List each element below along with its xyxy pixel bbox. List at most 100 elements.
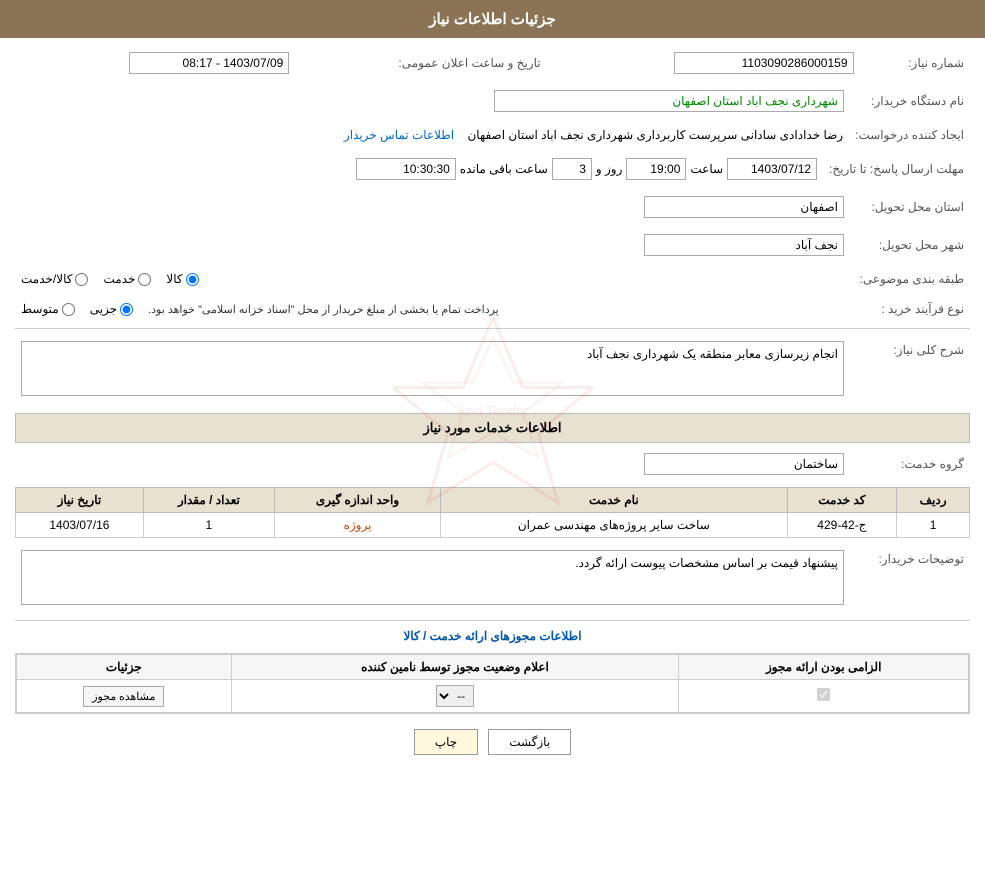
remaining-time-input: 10:30:30 — [356, 158, 456, 180]
info-table-purchase-type: نوع فرآیند خرید : متوسط جزیی پرداخت تمام… — [15, 298, 970, 320]
info-table-deadline: مهلت ارسال پاسخ: تا تاریخ: 10:30:30 ساعت… — [15, 154, 970, 184]
col-header-code: کد خدمت — [787, 488, 897, 513]
main-content: Ana Tender شماره نیاز: 1103090286000159 … — [0, 38, 985, 780]
need-desc-value: انجام زیرسازی معابر منطقه یک شهرداری نجف… — [15, 337, 850, 403]
back-button[interactable]: بازگشت — [488, 729, 571, 755]
print-button[interactable]: چاپ — [414, 729, 478, 755]
perm-required-checkbox[interactable] — [817, 688, 830, 701]
category-khedmat-label: خدمت — [103, 272, 135, 286]
contact-link[interactable]: اطلاعات تماس خریدار — [344, 128, 454, 142]
permissions-section-title: اطلاعات مجوزهای ارائه خدمت / کالا — [403, 629, 581, 643]
perm-col-status: اعلام وضعیت مجوز توسط نامین کننده — [231, 655, 679, 680]
buyer-desc-label: توضیحات خریدار: — [850, 546, 970, 612]
perm-status-cell: -- — [231, 680, 679, 713]
date-input: 1403/07/12 — [727, 158, 817, 180]
col-header-row: ردیف — [897, 488, 970, 513]
services-section-title: اطلاعات خدمات مورد نیاز — [15, 413, 970, 443]
category-radio-kala[interactable]: کالا — [166, 272, 198, 286]
purchase-radio-motavasset-input[interactable] — [62, 303, 75, 316]
category-radio-khedmat[interactable]: خدمت — [103, 272, 151, 286]
need-number-label: شماره نیاز: — [860, 48, 971, 78]
service-group-input: ساختمان — [644, 453, 844, 475]
col-header-name: نام خدمت — [441, 488, 787, 513]
view-permit-button[interactable]: مشاهده مجوز — [83, 686, 164, 707]
purchase-type-label: نوع فرآیند خرید : — [850, 298, 970, 320]
perm-col-details: جزئیات — [17, 655, 232, 680]
buyer-org-label: نام دستگاه خریدار: — [850, 86, 970, 116]
divider-1 — [15, 328, 970, 329]
category-radio-kala-khedmat-input[interactable] — [75, 273, 88, 286]
divider-2 — [15, 620, 970, 621]
permissions-table: الزامی بودن ارائه مجوز اعلام وضعیت مجوز … — [16, 654, 969, 713]
delivery-province-input: اصفهان — [644, 196, 844, 218]
delivery-province-value: اصفهان — [15, 192, 850, 222]
service-group-label: گروه خدمت: — [850, 449, 970, 479]
response-deadline-label: مهلت ارسال پاسخ: تا تاریخ: — [823, 154, 970, 184]
footer-buttons: چاپ بازگشت — [15, 714, 970, 770]
col-header-unit: واحد اندازه گیری — [274, 488, 440, 513]
category-radio-khedmat-input[interactable] — [138, 273, 151, 286]
permissions-link: اطلاعات مجوزهای ارائه خدمت / کالا — [15, 629, 970, 643]
row-date: 1403/07/16 — [16, 513, 144, 538]
days-input: 3 — [552, 158, 592, 180]
category-radio-kala-khedmat[interactable]: کالا/خدمت — [21, 272, 88, 286]
info-table-buyer-desc: توضیحات خریدار: پیشنهاد قیمت بر اساس مشخ… — [15, 546, 970, 612]
need-number-value: 1103090286000159 — [547, 48, 860, 78]
info-table-province: استان محل تحویل: اصفهان — [15, 192, 970, 222]
row-name: ساخت سایر پروژه‌های مهندسی عمران — [441, 513, 787, 538]
announce-datetime-input: 1403/07/09 - 08:17 — [129, 52, 289, 74]
need-number-input: 1103090286000159 — [674, 52, 854, 74]
purchase-motavasset-label: متوسط — [21, 302, 59, 316]
category-value: کالا/خدمت خدمت کالا — [15, 268, 850, 290]
category-radio-kala-input[interactable] — [186, 273, 199, 286]
col-header-count: تعداد / مقدار — [143, 488, 274, 513]
row-unit: پروژه — [274, 513, 440, 538]
purchase-jozi-label: جزیی — [90, 302, 117, 316]
category-kala-label: کالا — [166, 272, 182, 286]
perm-details-cell: مشاهده مجوز — [17, 680, 232, 713]
purchase-radio-jozi[interactable]: جزیی — [90, 302, 133, 316]
permissions-section: الزامی بودن ارائه مجوز اعلام وضعیت مجوز … — [15, 653, 970, 714]
delivery-city-value: نجف آباد — [15, 230, 850, 260]
header-title: جزئیات اطلاعات نیاز — [429, 11, 556, 28]
time-input: 19:00 — [626, 158, 686, 180]
need-desc-textarea[interactable]: انجام زیرسازی معابر منطقه یک شهرداری نجف… — [21, 341, 844, 396]
days-label: روز و — [596, 162, 623, 176]
buyer-org-value: شهرداری نجف اباد استان اصفهان — [15, 86, 850, 116]
buyer-org-input: شهرداری نجف اباد استان اصفهان — [494, 90, 844, 112]
category-label: طبقه بندی موضوعی: — [850, 268, 970, 290]
purchase-radio-jozi-input[interactable] — [120, 303, 133, 316]
info-table-requester: ایجاد کننده درخواست: رضا خدادادی سادانی … — [15, 124, 970, 146]
purchase-radio-motavasset[interactable]: متوسط — [21, 302, 75, 316]
page-header: جزئیات اطلاعات نیاز — [0, 0, 985, 38]
time-label: ساعت — [690, 162, 723, 176]
info-table-category: طبقه بندی موضوعی: کالا/خدمت خدمت کالا — [15, 268, 970, 290]
need-desc-label: شرح کلی نیاز: — [850, 337, 970, 403]
purchase-type-value: متوسط جزیی پرداخت تمام یا بخشی از مبلغ خ… — [15, 298, 850, 320]
info-table-top: شماره نیاز: 1103090286000159 تاریخ و ساع… — [15, 48, 970, 78]
buyer-desc-textarea[interactable]: پیشنهاد قیمت بر اساس مشخصات پیوست ارائه … — [21, 550, 844, 605]
row-num: 1 — [897, 513, 970, 538]
perm-col-required: الزامی بودن ارائه مجوز — [679, 655, 969, 680]
category-kala-khedmat-label: کالا/خدمت — [21, 272, 72, 286]
purchase-note: پرداخت تمام یا بخشی از مبلغ خریدار از مح… — [148, 303, 499, 316]
delivery-province-label: استان محل تحویل: — [850, 192, 970, 222]
perm-required-cell — [679, 680, 969, 713]
info-table-buyer: نام دستگاه خریدار: شهرداری نجف اباد استا… — [15, 86, 970, 116]
row-code: ج-42-429 — [787, 513, 897, 538]
buyer-desc-value: پیشنهاد قیمت بر اساس مشخصات پیوست ارائه … — [15, 546, 850, 612]
requester-label: ایجاد کننده درخواست: — [849, 124, 970, 146]
services-data-table: ردیف کد خدمت نام خدمت واحد اندازه گیری ت… — [15, 487, 970, 538]
row-count: 1 — [143, 513, 274, 538]
requester-text: رضا خدادادی سادانی سرپرست کاربرداری شهرد… — [467, 128, 843, 142]
info-table-need-desc: شرح کلی نیاز: انجام زیرسازی معابر منطقه … — [15, 337, 970, 403]
perm-status-select[interactable]: -- — [436, 685, 474, 707]
page-wrapper: جزئیات اطلاعات نیاز Ana Tender شماره نیا… — [0, 0, 985, 875]
delivery-city-input: نجف آباد — [644, 234, 844, 256]
remaining-label: ساعت باقی مانده — [460, 162, 548, 176]
perm-table-row: -- مشاهده مجوز — [17, 680, 969, 713]
col-header-date: تاریخ نیاز — [16, 488, 144, 513]
response-deadline-value: 10:30:30 ساعت باقی مانده 3 روز و 19:00 س… — [15, 154, 823, 184]
requester-value: رضا خدادادی سادانی سرپرست کاربرداری شهرد… — [15, 124, 849, 146]
table-row: 1 ج-42-429 ساخت سایر پروژه‌های مهندسی عم… — [16, 513, 970, 538]
